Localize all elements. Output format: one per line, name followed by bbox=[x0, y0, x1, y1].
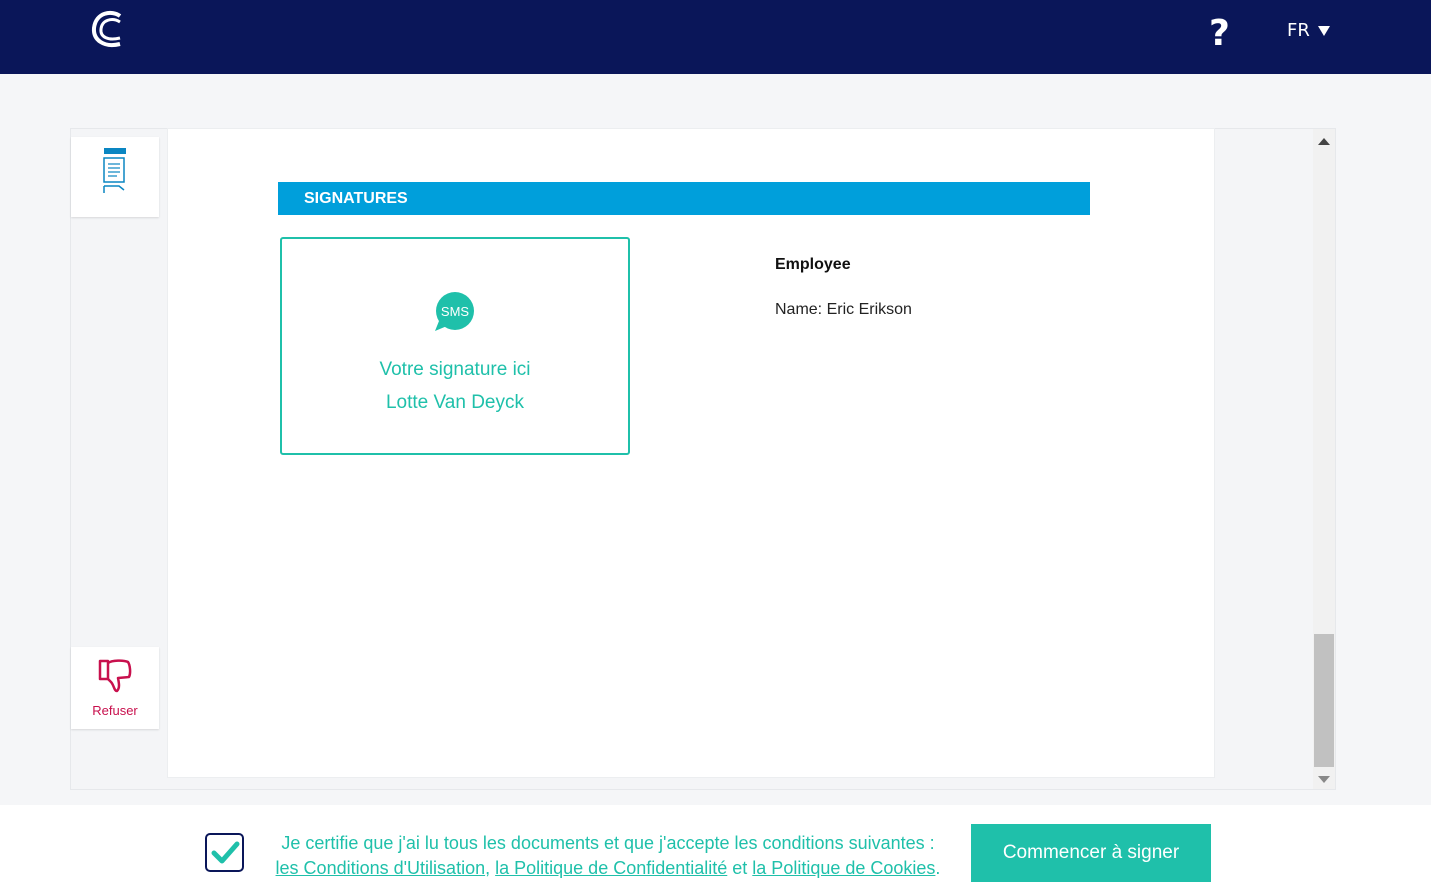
signature-field[interactable]: SMS Votre signature ici Lotte Van Deyck bbox=[280, 237, 630, 455]
signer-name: Lotte Van Deyck bbox=[385, 392, 524, 413]
language-label: FR bbox=[1287, 20, 1310, 41]
certification-text: Je certifie que j'ai lu tous les documen… bbox=[258, 831, 958, 881]
document-viewer: Refuser SIGNATURES SMS Votre signature i… bbox=[70, 128, 1336, 790]
terms-links-line: les Conditions d'Utilisation, la Politiq… bbox=[258, 856, 958, 881]
employee-name: Name: Eric Erikson bbox=[775, 301, 912, 318]
cookie-policy-link[interactable]: la Politique de Cookies bbox=[752, 858, 935, 878]
brand-logo-icon[interactable] bbox=[90, 10, 126, 50]
scroll-down-icon[interactable] bbox=[1318, 776, 1330, 783]
conjunction: et bbox=[727, 858, 753, 878]
accept-terms-checkbox[interactable] bbox=[205, 833, 244, 872]
scrollbar-thumb[interactable] bbox=[1314, 634, 1334, 767]
sms-icon-label: SMS bbox=[441, 304, 470, 319]
top-navbar: ? FR bbox=[0, 0, 1431, 74]
sms-icon: SMS bbox=[435, 292, 474, 331]
footer-bar: Je certifie que j'ai lu tous les documen… bbox=[0, 805, 1431, 893]
language-selector[interactable]: FR bbox=[1287, 20, 1330, 42]
signature-prompt: Votre signature ici bbox=[379, 359, 531, 380]
document-page: SIGNATURES SMS Votre signature ici Lotte… bbox=[167, 128, 1215, 778]
caret-down-icon bbox=[1317, 26, 1330, 36]
refuse-button[interactable]: Refuser bbox=[71, 647, 159, 729]
document-thumbnail[interactable] bbox=[71, 137, 159, 217]
document-icon bbox=[103, 157, 125, 193]
section-title: SIGNATURES bbox=[278, 182, 1090, 215]
employee-heading: Employee bbox=[775, 256, 851, 273]
certify-statement: Je certifie que j'ai lu tous les documen… bbox=[281, 833, 935, 853]
checkmark-icon bbox=[211, 841, 240, 864]
refuse-label: Refuser bbox=[92, 703, 138, 718]
terms-of-use-link[interactable]: les Conditions d'Utilisation bbox=[276, 858, 486, 878]
thumbs-down-icon bbox=[98, 659, 132, 693]
scroll-up-icon[interactable] bbox=[1318, 138, 1330, 145]
privacy-policy-link[interactable]: la Politique de Confidentialité bbox=[495, 858, 727, 878]
active-page-indicator bbox=[104, 148, 126, 154]
end-period: . bbox=[935, 858, 941, 878]
separator-comma: , bbox=[485, 858, 491, 878]
vertical-scrollbar[interactable] bbox=[1313, 129, 1335, 789]
start-signing-button[interactable]: Commencer à signer bbox=[971, 824, 1211, 882]
help-button[interactable]: ? bbox=[1209, 12, 1230, 56]
